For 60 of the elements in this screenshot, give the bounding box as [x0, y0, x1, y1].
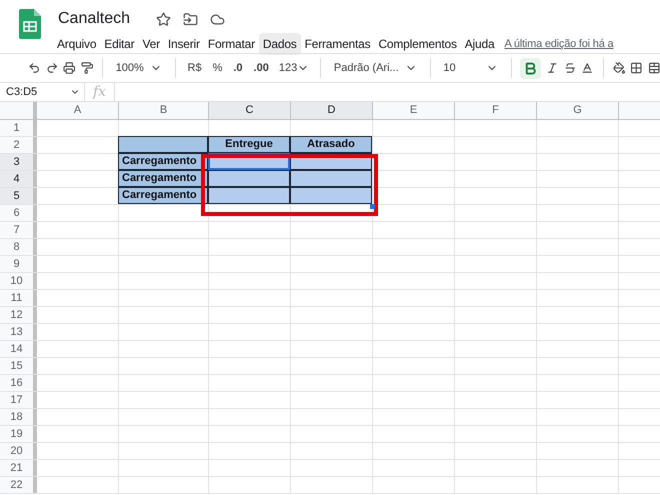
- row-header[interactable]: 14: [0, 341, 37, 357]
- last-edit-link[interactable]: A última edição foi há a: [504, 36, 614, 52]
- column-heading: Entregue: [208, 136, 290, 153]
- menu-item[interactable]: Arquivo: [53, 33, 100, 55]
- row-header[interactable]: 10: [0, 273, 37, 289]
- row-header[interactable]: 8: [0, 239, 37, 255]
- number-format-dropdown[interactable]: 123: [276, 60, 312, 76]
- name-box[interactable]: C3:D5: [0, 83, 85, 101]
- menu-item[interactable]: Dados: [258, 33, 301, 55]
- row-header[interactable]: 3: [0, 154, 37, 170]
- currency-button[interactable]: R$: [184, 60, 205, 76]
- formula-label: fx: [85, 83, 116, 101]
- menu-item[interactable]: Formatar: [204, 33, 259, 55]
- row-label: Carregamento: [118, 153, 208, 170]
- column-header[interactable]: D: [291, 102, 373, 119]
- column-header[interactable]: F: [455, 102, 537, 119]
- font-size-dropdown[interactable]: 10: [439, 60, 502, 76]
- row-header[interactable]: 15: [0, 358, 37, 374]
- menu-item[interactable]: Inserir: [164, 33, 204, 55]
- row-header[interactable]: 17: [0, 392, 37, 408]
- increase-decimals-button[interactable]: .00: [250, 60, 272, 76]
- column-header[interactable]: G: [537, 102, 619, 119]
- row-header[interactable]: 4: [0, 171, 37, 187]
- row-header[interactable]: 22: [0, 477, 37, 493]
- spreadsheet-logo-icon[interactable]: [19, 9, 41, 39]
- column-header[interactable]: A: [37, 102, 119, 119]
- column-header[interactable]: E: [373, 102, 455, 119]
- zoom-dropdown[interactable]: 100%: [112, 60, 166, 76]
- row-header[interactable]: 9: [0, 256, 37, 272]
- row-header[interactable]: 16: [0, 375, 37, 391]
- document-title[interactable]: Canaltech: [58, 7, 130, 31]
- star-icon[interactable]: [156, 12, 172, 26]
- row-label: Carregamento: [118, 170, 208, 187]
- folder-icon[interactable]: [183, 12, 198, 26]
- row-header[interactable]: 18: [0, 409, 37, 425]
- row-header[interactable]: 6: [0, 205, 37, 221]
- menu-item[interactable]: Ver: [138, 33, 164, 55]
- menu-item[interactable]: Complementos: [374, 33, 461, 55]
- percent-button[interactable]: %: [210, 60, 226, 76]
- font-dropdown[interactable]: Padrão (Ari...: [330, 60, 421, 76]
- row-header[interactable]: 13: [0, 324, 37, 340]
- decrease-decimals-button[interactable]: .0: [230, 60, 246, 76]
- row-header[interactable]: 20: [0, 443, 37, 459]
- menu-item[interactable]: Ferramentas: [300, 33, 374, 55]
- row-header[interactable]: 2: [0, 137, 37, 153]
- row-header[interactable]: 1: [0, 120, 37, 136]
- row-header[interactable]: 12: [0, 307, 37, 323]
- row-label: Carregamento: [118, 187, 208, 204]
- row-header[interactable]: 21: [0, 460, 37, 476]
- menu-item[interactable]: Editar: [100, 33, 138, 55]
- row-header[interactable]: 5: [0, 188, 37, 204]
- row-header[interactable]: 19: [0, 426, 37, 442]
- column-header[interactable]: C: [209, 102, 291, 119]
- row-header[interactable]: 11: [0, 290, 37, 306]
- menu-item[interactable]: Ajuda: [460, 33, 498, 55]
- cloud-icon[interactable]: [210, 12, 226, 26]
- column-heading: Atrasado: [290, 136, 372, 153]
- fill-handle[interactable]: [370, 204, 375, 209]
- bold-icon[interactable]: [520, 58, 542, 78]
- row-header[interactable]: 7: [0, 222, 37, 238]
